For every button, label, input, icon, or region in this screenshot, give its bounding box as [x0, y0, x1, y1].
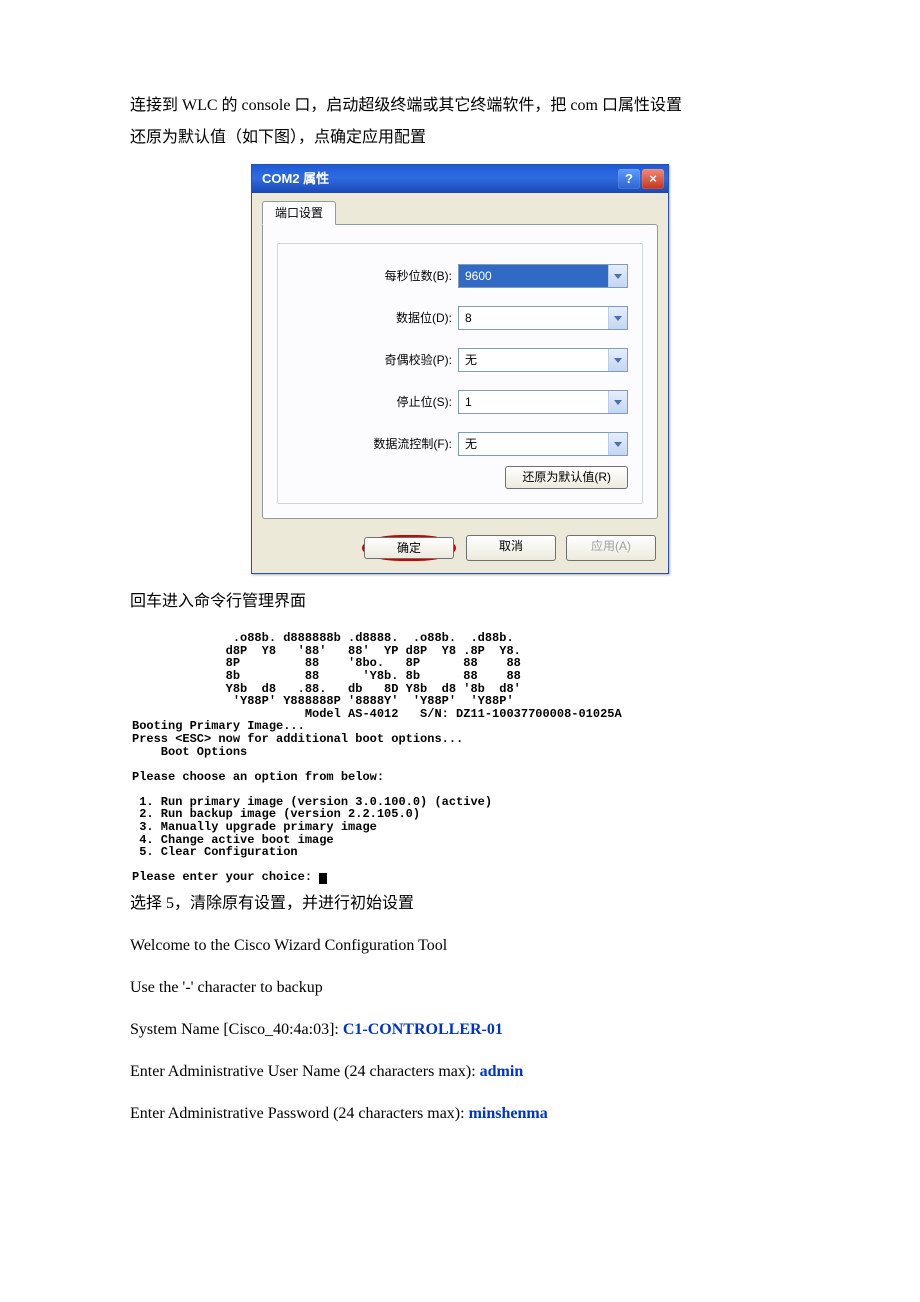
chevron-down-icon[interactable]: [608, 391, 627, 413]
label-databits: 数据位(D):: [302, 311, 458, 325]
tab-panel: 每秒位数(B): 9600 数据位(D): 8: [262, 224, 658, 518]
wizard-welcome: Welcome to the Cisco Wizard Configuratio…: [130, 930, 790, 962]
intro-text: 连接到 WLC 的 console 口，启动超级终端或其它终端软件，把 com …: [130, 90, 790, 154]
chevron-down-icon[interactable]: [608, 433, 627, 455]
wizard-username: Enter Administrative User Name (24 chara…: [130, 1056, 790, 1088]
titlebar[interactable]: COM2 属性 ? ×: [252, 165, 668, 193]
combo-parity[interactable]: 无: [458, 348, 628, 372]
label-baud: 每秒位数(B):: [302, 269, 458, 283]
chevron-down-icon[interactable]: [608, 307, 627, 329]
combo-stopbits[interactable]: 1: [458, 390, 628, 414]
apply-button[interactable]: 应用(A): [566, 535, 656, 561]
combo-flow[interactable]: 无: [458, 432, 628, 456]
wizard-sysname: System Name [Cisco_40:4a:03]: C1-CONTROL…: [130, 1014, 790, 1046]
wizard-backup-hint: Use the '-' character to backup: [130, 972, 790, 1004]
restore-defaults-button[interactable]: 还原为默认值(R): [505, 466, 628, 488]
ok-highlight-circle: 确定: [362, 535, 456, 561]
label-parity: 奇偶校验(P):: [302, 353, 458, 367]
help-button[interactable]: ?: [618, 169, 640, 189]
after-boot-text: 选择 5，清除原有设置，并进行初始设置: [130, 888, 790, 920]
com-properties-dialog: COM2 属性 ? × 端口设置 每秒位数(B): 9600: [251, 164, 669, 574]
combo-baud[interactable]: 9600: [458, 264, 628, 288]
after-dialog-text: 回车进入命令行管理界面: [130, 586, 790, 618]
ok-button[interactable]: 确定: [364, 537, 454, 559]
wizard-password: Enter Administrative Password (24 charac…: [130, 1098, 790, 1130]
chevron-down-icon[interactable]: [608, 265, 627, 287]
cursor-icon: [319, 873, 327, 884]
username-value: admin: [480, 1063, 524, 1080]
boot-output: .o88b. d888888b .d8888. .o88b. .d88b. d8…: [130, 628, 790, 888]
sysname-value: C1-CONTROLLER-01: [343, 1021, 503, 1038]
close-button[interactable]: ×: [642, 169, 664, 189]
password-value: minshenma: [469, 1105, 548, 1122]
dialog-title: COM2 属性: [262, 171, 616, 187]
label-stopbits: 停止位(S):: [302, 395, 458, 409]
combo-databits[interactable]: 8: [458, 306, 628, 330]
tab-port-settings[interactable]: 端口设置: [262, 201, 336, 225]
chevron-down-icon[interactable]: [608, 349, 627, 371]
cancel-button[interactable]: 取消: [466, 535, 556, 561]
label-flow: 数据流控制(F):: [302, 437, 458, 451]
